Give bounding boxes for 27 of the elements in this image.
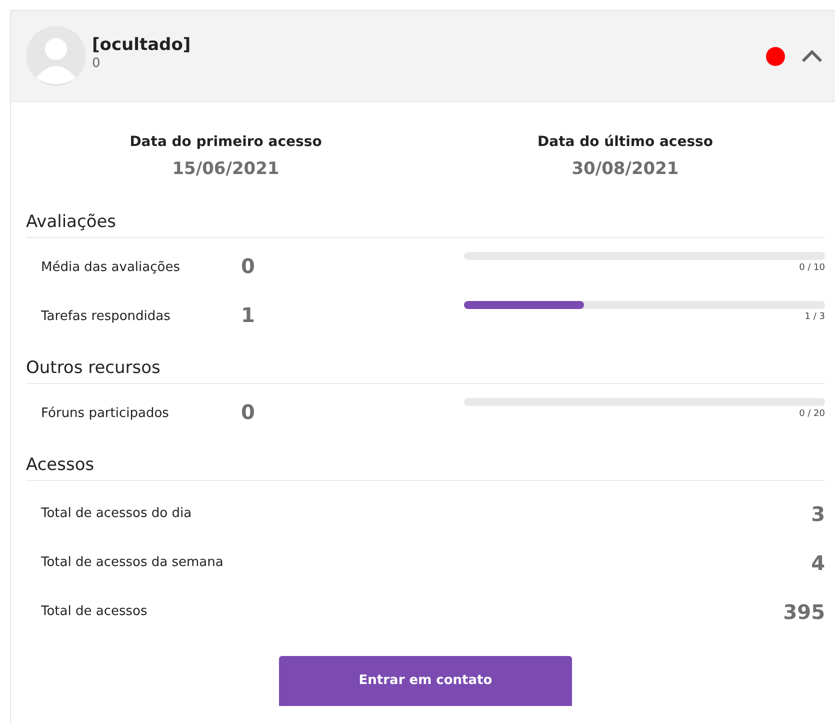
date-label: Data do último acesso xyxy=(538,133,713,152)
date-value: 15/06/2021 xyxy=(172,158,280,180)
progress-reading: 1 / 3 xyxy=(804,311,825,324)
stat-value: 0 xyxy=(241,254,255,278)
progress-reading: 0 / 10 xyxy=(799,262,825,275)
stat-label: Média das avaliações xyxy=(41,260,180,275)
date-label: Data do primeiro acesso xyxy=(130,133,322,152)
user-name: [ocultado] xyxy=(92,34,191,56)
date-value: 30/08/2021 xyxy=(572,158,679,180)
section-title: Acessos xyxy=(26,455,94,475)
stat-label: Fóruns participados xyxy=(41,406,169,421)
stat-value: 395 xyxy=(783,598,825,626)
stat-label: Total de acessos do dia xyxy=(41,504,192,523)
user-subtitle: 0 xyxy=(92,56,102,72)
stat-label: Total de acessos da semana xyxy=(41,554,224,572)
section-title: Outros recursos xyxy=(26,358,160,378)
progress-reading: 0 / 20 xyxy=(799,408,825,421)
stat-label: Total de acessos xyxy=(41,602,148,621)
contact-button[interactable]: Entrar em contato xyxy=(279,656,572,706)
avatar-icon xyxy=(26,26,86,86)
section-title: Avaliações xyxy=(26,212,116,232)
stat-value: 3 xyxy=(811,500,825,528)
stat-value: 1 xyxy=(241,303,255,327)
stat-label: Tarefas respondidas xyxy=(41,309,170,324)
chevron-up-icon xyxy=(801,50,823,62)
stat-value: 0 xyxy=(241,400,255,424)
stat-value: 4 xyxy=(811,550,825,576)
